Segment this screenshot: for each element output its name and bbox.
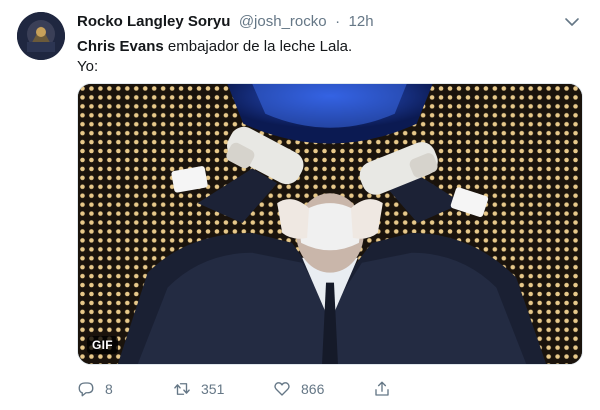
heart-icon (274, 382, 290, 396)
reply-icon (78, 382, 94, 397)
timestamp[interactable]: 12h (349, 13, 374, 30)
tweet-actions: 8 351 866 (77, 377, 477, 401)
retweet-icon (174, 383, 190, 395)
gif-frame (78, 84, 582, 364)
tweet-card: Rocko Langley Soryu @josh_rocko · 12h Ch… (0, 0, 600, 410)
tweet-text-line-1: Chris Evans embajador de la leche Lala. (77, 37, 580, 57)
like-count: 866 (301, 381, 325, 397)
like-button[interactable]: 866 (273, 377, 324, 401)
share-icon (375, 381, 389, 396)
tweet-text: Chris Evans embajador de la leche Lala. … (77, 37, 580, 77)
reply-count: 8 (105, 381, 113, 397)
avatar[interactable] (17, 12, 65, 60)
tweet-text-line-2: Yo: (77, 58, 99, 75)
tweet-header: Rocko Langley Soryu @josh_rocko · 12h (77, 13, 580, 33)
gif-badge: GIF (87, 336, 118, 354)
tweet-media-gif[interactable]: GIF (77, 83, 583, 365)
share-button[interactable] (373, 377, 401, 401)
retweet-count: 351 (201, 381, 225, 397)
reply-button[interactable]: 8 (77, 377, 113, 401)
display-name[interactable]: Rocko Langley Soryu (77, 13, 230, 30)
chevron-down-icon[interactable] (564, 15, 580, 29)
user-handle[interactable]: @josh_rocko (239, 13, 327, 30)
retweet-button[interactable]: 351 (173, 377, 224, 401)
mention-name: Chris Evans (77, 38, 164, 55)
avatar-image (17, 12, 65, 60)
separator-dot: · (335, 13, 341, 30)
tweet-text-rest: embajador de la leche Lala. (163, 38, 353, 55)
